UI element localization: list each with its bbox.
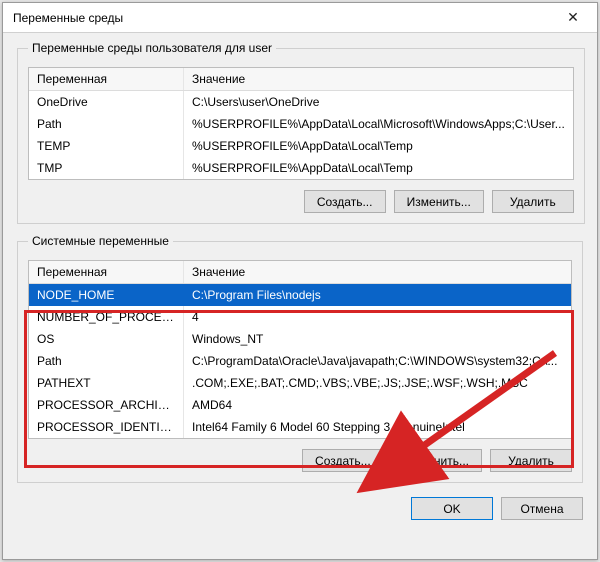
user-delete-button[interactable]: Удалить [492, 190, 574, 213]
table-row[interactable]: PROCESSOR_IDENTIFIERIntel64 Family 6 Mod… [29, 416, 571, 438]
col-header-variable[interactable]: Переменная [29, 68, 184, 90]
cancel-button[interactable]: Отмена [501, 497, 583, 520]
table-row[interactable]: PATHEXT.COM;.EXE;.BAT;.CMD;.VBS;.VBE;.JS… [29, 372, 571, 394]
cell-value: Windows_NT [184, 328, 571, 350]
content-area: Переменные среды пользователя для user П… [3, 33, 597, 559]
cell-variable: TEMP [29, 135, 184, 157]
col-header-variable[interactable]: Переменная [29, 261, 184, 283]
table-row[interactable]: Path%USERPROFILE%\AppData\Local\Microsof… [29, 113, 573, 135]
table-row[interactable]: TMP%USERPROFILE%\AppData\Local\Temp [29, 157, 573, 179]
table-row[interactable]: TEMP%USERPROFILE%\AppData\Local\Temp [29, 135, 573, 157]
close-icon: ✕ [567, 9, 579, 26]
close-button[interactable]: ✕ [553, 3, 593, 33]
user-vars-buttons: Создать... Изменить... Удалить [28, 190, 574, 213]
cell-variable: PATHEXT [29, 372, 184, 394]
cell-value: 4 [184, 306, 571, 328]
table-row[interactable]: OneDriveC:\Users\user\OneDrive [29, 91, 573, 113]
user-new-button[interactable]: Создать... [304, 190, 386, 213]
cell-value: C:\Program Files\nodejs [184, 284, 571, 306]
table-row[interactable]: NODE_HOMEC:\Program Files\nodejs [29, 284, 571, 306]
user-edit-button[interactable]: Изменить... [394, 190, 484, 213]
system-new-button[interactable]: Создать... [302, 449, 384, 472]
cell-variable: OneDrive [29, 91, 184, 113]
cell-variable: PROCESSOR_ARCHITECTURE [29, 394, 184, 416]
col-header-value[interactable]: Значение [184, 68, 573, 90]
cell-value: %USERPROFILE%\AppData\Local\Temp [184, 135, 573, 157]
ok-button[interactable]: OK [411, 497, 493, 520]
cell-variable: TMP [29, 157, 184, 179]
table-row[interactable]: OSWindows_NT [29, 328, 571, 350]
table-row[interactable]: PROCESSOR_ARCHITECTUREAMD64 [29, 394, 571, 416]
cell-value: C:\Users\user\OneDrive [184, 91, 573, 113]
cell-value: %USERPROFILE%\AppData\Local\Microsoft\Wi… [184, 113, 573, 135]
env-vars-dialog: Переменные среды ✕ Переменные среды поль… [2, 2, 598, 560]
system-vars-legend: Системные переменные [28, 234, 173, 248]
cell-value: AMD64 [184, 394, 571, 416]
dialog-buttons: OK Отмена [17, 493, 583, 520]
table-row[interactable]: PathC:\ProgramData\Oracle\Java\javapath;… [29, 350, 571, 372]
window-title: Переменные среды [13, 11, 553, 25]
col-header-value[interactable]: Значение [184, 261, 571, 283]
cell-variable: PROCESSOR_IDENTIFIER [29, 416, 184, 438]
user-vars-list[interactable]: Переменная Значение OneDriveC:\Users\use… [28, 67, 574, 180]
cell-value: Intel64 Family 6 Model 60 Stepping 3, Ge… [184, 416, 571, 438]
cell-variable: NODE_HOME [29, 284, 184, 306]
cell-variable: Path [29, 113, 184, 135]
system-vars-header: Переменная Значение [29, 261, 571, 284]
system-vars-group: Системные переменные Переменная Значение… [17, 234, 583, 483]
cell-value: %USERPROFILE%\AppData\Local\Temp [184, 157, 573, 179]
cell-value: C:\ProgramData\Oracle\Java\javapath;C:\W… [184, 350, 571, 372]
cell-variable: OS [29, 328, 184, 350]
table-row[interactable]: NUMBER_OF_PROCESSORS4 [29, 306, 571, 328]
user-vars-group: Переменные среды пользователя для user П… [17, 41, 585, 224]
cell-variable: Path [29, 350, 184, 372]
system-delete-button[interactable]: Удалить [490, 449, 572, 472]
user-vars-legend: Переменные среды пользователя для user [28, 41, 276, 55]
cell-value: .COM;.EXE;.BAT;.CMD;.VBS;.VBE;.JS;.JSE;.… [184, 372, 571, 394]
cell-variable: NUMBER_OF_PROCESSORS [29, 306, 184, 328]
system-vars-buttons: Создать... Изменить... Удалить [28, 449, 572, 472]
system-vars-list[interactable]: Переменная Значение NODE_HOMEC:\Program … [28, 260, 572, 439]
titlebar: Переменные среды ✕ [3, 3, 597, 33]
system-edit-button[interactable]: Изменить... [392, 449, 482, 472]
user-vars-header: Переменная Значение [29, 68, 573, 91]
